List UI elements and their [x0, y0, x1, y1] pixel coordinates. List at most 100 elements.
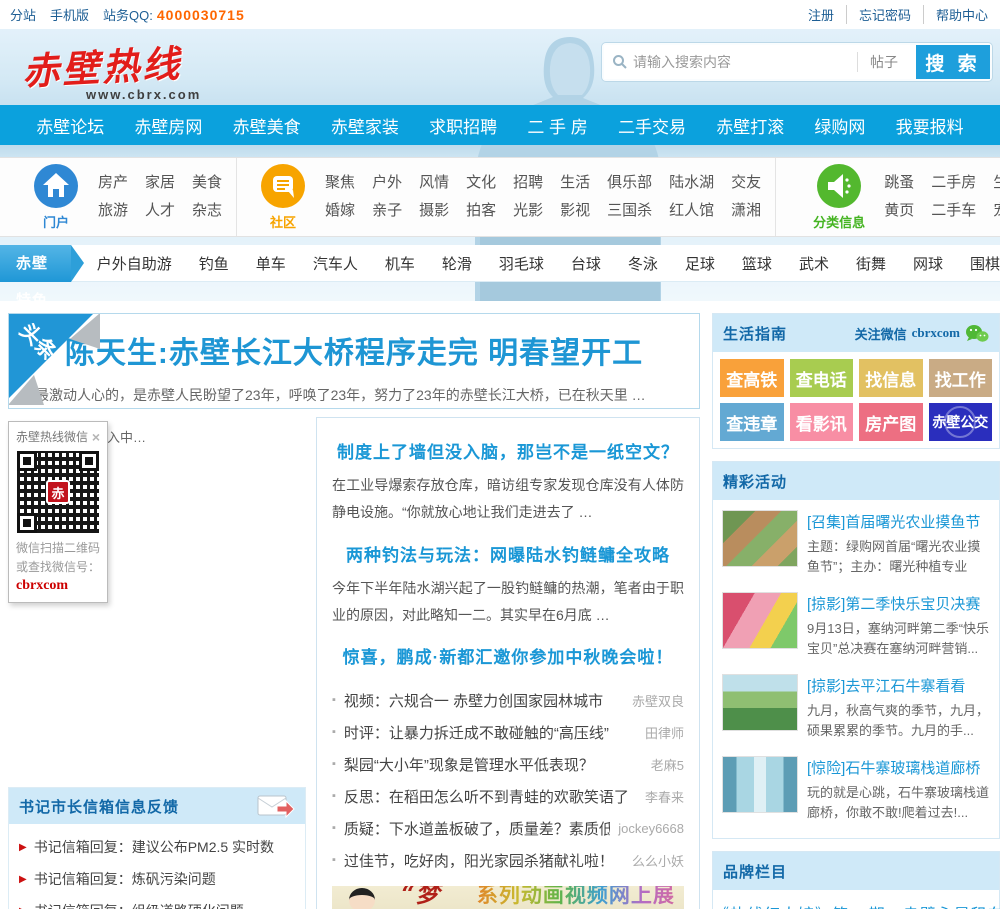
- life-guide-button[interactable]: 看影讯: [789, 403, 853, 441]
- club-nav-item[interactable]: 围棋: [970, 253, 1000, 274]
- subnav-link[interactable]: 潇湘: [731, 197, 761, 225]
- wechat-follow-note[interactable]: 关注微信 cbrxcom: [855, 324, 989, 343]
- subnav-link[interactable]: 风情: [419, 169, 449, 197]
- club-nav-item[interactable]: 轮滑: [442, 253, 472, 274]
- club-nav-item[interactable]: 户外自助游: [97, 253, 172, 274]
- forgot-password-link[interactable]: 忘记密码: [847, 5, 924, 24]
- subnav-link[interactable]: 黄页: [884, 197, 914, 225]
- subnav-link[interactable]: 摄影: [419, 197, 449, 225]
- activity-item[interactable]: [掠影]去平江石牛寨看看 九月，秋高气爽的季节，九月，硕果累累的季节。九月的手.…: [722, 674, 990, 741]
- topbar-link-mobile[interactable]: 手机版: [50, 5, 89, 24]
- activity-item[interactable]: [惊险]石牛寨玻璃栈道廊桥 玩的就是心跳，石牛寨玻璃栈道廊桥，你敢不敢!爬着过去…: [722, 756, 990, 823]
- subnav-link[interactable]: 拍客: [466, 197, 496, 225]
- search-category-dropdown[interactable]: 帖子: [857, 52, 908, 72]
- activity-title[interactable]: [掠影]第二季快乐宝贝决赛: [807, 593, 990, 614]
- subnav-link[interactable]: 二手车: [931, 197, 976, 225]
- main-nav-item[interactable]: 赤壁家装: [331, 113, 399, 138]
- main-nav-item[interactable]: 二 手 房: [527, 113, 587, 138]
- activity-item[interactable]: [掠影]第二季快乐宝贝决赛 9月13日，塞纳河畔第二季“快乐宝贝”总决赛在塞纳河…: [722, 592, 990, 659]
- news-list-item[interactable]: ▪ 反思：在稻田怎么听不到青蛙的欢歌笑语了 李春来: [332, 780, 684, 812]
- main-nav-item[interactable]: 赤壁论坛: [36, 113, 104, 138]
- club-nav-item[interactable]: 冬泳: [628, 253, 658, 274]
- main-nav-item[interactable]: 赤壁房网: [134, 113, 202, 138]
- life-guide-button[interactable]: 赤壁公交: [928, 403, 992, 441]
- subnav-link[interactable]: 招聘: [513, 169, 543, 197]
- subnav-link[interactable]: 宠物: [993, 197, 1000, 225]
- search-button[interactable]: 搜 索: [916, 45, 990, 79]
- subnav-link[interactable]: 生活: [560, 169, 590, 197]
- subnav-link[interactable]: 户外: [372, 169, 402, 197]
- subnav-link[interactable]: 房产: [98, 169, 128, 197]
- subnav-link[interactable]: 文化: [466, 169, 496, 197]
- life-guide-button[interactable]: 查违章: [720, 403, 784, 441]
- headline-title[interactable]: 陈天生:赤壁长江大桥程序走完 明春望开工: [9, 328, 699, 372]
- club-nav-item[interactable]: 篮球: [742, 253, 772, 274]
- activity-title[interactable]: [惊险]石牛寨玻璃栈道廊桥: [807, 757, 990, 778]
- feature-title[interactable]: 制度上了墙但没入脑，那岂不是一纸空文？: [332, 438, 684, 463]
- subnav-link[interactable]: 影视: [560, 197, 590, 225]
- news-list-item[interactable]: ▪ 过佳节，吃好肉，阳光家园杀猪献礼啦！ 么么小妖: [332, 844, 684, 876]
- register-link[interactable]: 注册: [796, 5, 847, 24]
- portal-icon-block[interactable]: 门户: [24, 163, 88, 231]
- subnav-link[interactable]: 聚焦: [325, 169, 355, 197]
- subnav-link[interactable]: 人才: [145, 197, 175, 225]
- main-nav-item[interactable]: 赤壁美食: [233, 113, 301, 138]
- activity-title[interactable]: [掠影]去平江石牛寨看看: [807, 675, 990, 696]
- life-guide-button[interactable]: 查高铁: [720, 359, 784, 397]
- subnav-link[interactable]: 旅游: [98, 197, 128, 225]
- subnav-link[interactable]: 交友: [731, 169, 761, 197]
- club-nav-item[interactable]: 台球: [571, 253, 601, 274]
- club-nav-item[interactable]: 钓鱼: [199, 253, 229, 274]
- subnav-link[interactable]: 光影: [513, 197, 543, 225]
- subnav-link[interactable]: 三国杀: [607, 197, 652, 225]
- subnav-link[interactable]: 生活: [993, 169, 1000, 197]
- club-nav-item[interactable]: 街舞: [856, 253, 886, 274]
- life-guide-button[interactable]: 查电话: [789, 359, 853, 397]
- mailbox-item[interactable]: ▶ 书记信箱回复：炼矾污染问题: [19, 863, 295, 895]
- main-nav-item[interactable]: 绿购网: [814, 113, 865, 138]
- subnav-link[interactable]: 杂志: [192, 197, 222, 225]
- classifieds-label[interactable]: 分类信息: [804, 212, 874, 231]
- club-nav-item[interactable]: 羽毛球: [499, 253, 544, 274]
- community-icon-block[interactable]: 社区: [251, 163, 315, 231]
- mailbox-item[interactable]: ▶ 书记信箱回复：组级道路硬化问题: [19, 895, 295, 909]
- subnav-link[interactable]: 陆水湖: [669, 169, 714, 197]
- news-list-item[interactable]: ▪ 时评：让暴力拆迁成不敢碰触的“高压线” 田律师: [332, 716, 684, 748]
- subnav-link[interactable]: 婚嫁: [325, 197, 355, 225]
- subnav-link[interactable]: 俱乐部: [607, 169, 652, 197]
- help-center-link[interactable]: 帮助中心: [924, 5, 990, 24]
- close-icon[interactable]: ×: [92, 429, 100, 445]
- club-nav-item[interactable]: 机车: [385, 253, 415, 274]
- activity-item[interactable]: [召集]首届曙光农业摸鱼节 主题：绿购网首届“曙光农业摸鱼节”；主办：曙光种植专…: [722, 510, 990, 577]
- club-nav-item[interactable]: 足球: [685, 253, 715, 274]
- portal-label[interactable]: 门户: [24, 212, 88, 231]
- subnav-link[interactable]: 亲子: [372, 197, 402, 225]
- activity-title[interactable]: [召集]首届曙光农业摸鱼节: [807, 511, 990, 532]
- club-nav-item[interactable]: 网球: [913, 253, 943, 274]
- subnav-link[interactable]: 二手房: [931, 169, 976, 197]
- main-nav-item[interactable]: 我要报料: [896, 113, 964, 138]
- main-nav-item[interactable]: 求职招聘: [429, 113, 497, 138]
- life-guide-button[interactable]: 找信息: [859, 359, 923, 397]
- ad-banner[interactable]: “梦娃” 系列动画视频网上展播: [332, 886, 684, 909]
- main-nav-item[interactable]: 赤壁打滚: [716, 113, 784, 138]
- club-nav-item[interactable]: 汽车人: [313, 253, 358, 274]
- club-nav-item[interactable]: 武术: [799, 253, 829, 274]
- subnav-link[interactable]: 红人馆: [669, 197, 714, 225]
- subnav-link[interactable]: 家居: [145, 169, 175, 197]
- club-nav-item[interactable]: 单车: [256, 253, 286, 274]
- search-input[interactable]: [633, 54, 857, 70]
- news-list-item[interactable]: ▪ 梨园“大小年”现象是管理水平低表现？ 老麻5: [332, 748, 684, 780]
- mailbox-item[interactable]: ▶ 书记信箱回复：建议公布PM2.5 实时数: [19, 831, 295, 863]
- community-label[interactable]: 社区: [251, 212, 315, 231]
- site-logo[interactable]: 赤壁热线 www.cbrx.com: [21, 37, 201, 102]
- life-guide-button[interactable]: 找工作: [928, 359, 992, 397]
- topbar-link-substation[interactable]: 分站: [10, 5, 36, 24]
- subnav-link[interactable]: 跳蚤: [884, 169, 914, 197]
- feature-title[interactable]: 惊喜，鹏成·新都汇邀你参加中秋晚会啦！: [332, 643, 684, 668]
- life-guide-button[interactable]: 房产图: [859, 403, 923, 441]
- news-list-item[interactable]: ▪ 视频：六规合一 赤壁力创国家园林城市 赤壁双良: [332, 684, 684, 716]
- classifieds-icon-block[interactable]: 分类信息: [804, 163, 874, 231]
- brand-article-title[interactable]: 《热线红人馆》第56期：赤壁永晨租车: [713, 901, 1000, 909]
- main-nav-item[interactable]: 二手交易: [618, 113, 686, 138]
